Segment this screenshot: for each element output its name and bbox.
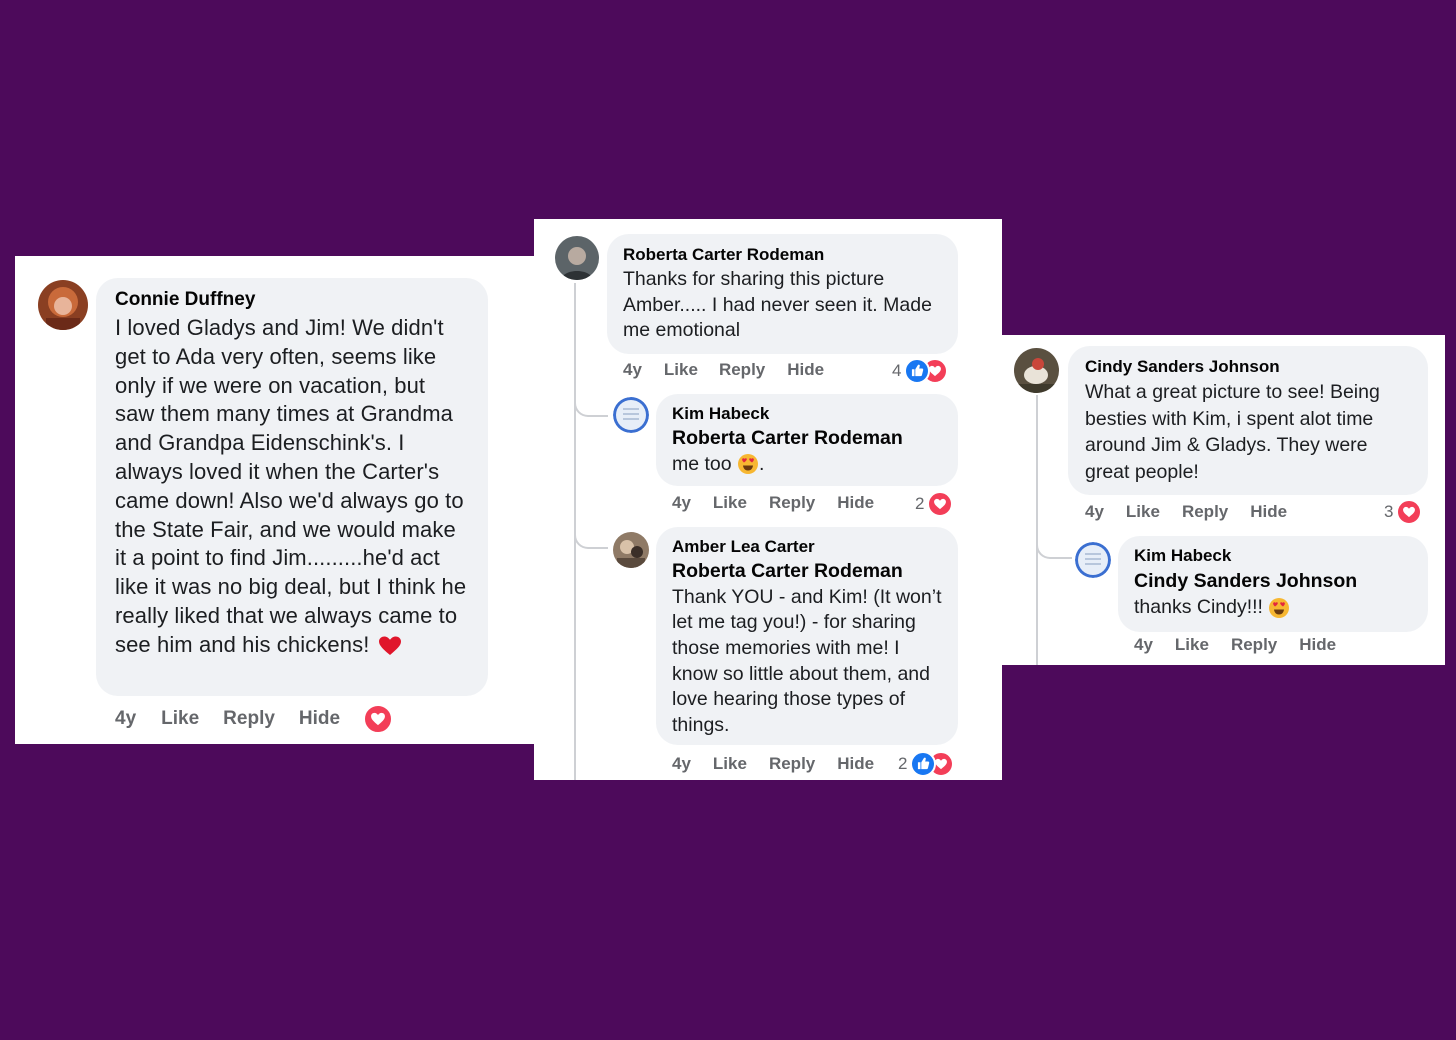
heart-eyes-emoji xyxy=(1268,597,1290,619)
reply-actions: 4y Like Reply Hide xyxy=(1134,634,1336,656)
avatar-connie-duffney[interactable] xyxy=(38,280,88,330)
hide-button[interactable]: Hide xyxy=(837,754,874,774)
timestamp[interactable]: 4y xyxy=(115,708,136,730)
like-button[interactable]: Like xyxy=(713,754,747,774)
comment-panel-roberta: Roberta Carter Rodeman Thanks for sharin… xyxy=(534,219,1002,780)
reply-button[interactable]: Reply xyxy=(769,754,815,774)
reply-button[interactable]: Reply xyxy=(719,360,765,380)
heart-eyes-emoji xyxy=(737,453,759,475)
comment-author[interactable]: Roberta Carter Rodeman xyxy=(623,244,942,265)
reply-bubble: Kim Habeck Cindy Sanders Johnson thanks … xyxy=(1118,536,1428,632)
reaction-summary[interactable]: 3 xyxy=(1384,499,1423,525)
comment-panel-cindy: Cindy Sanders Johnson What a great pictu… xyxy=(1001,335,1445,665)
reply-author[interactable]: Kim Habeck xyxy=(672,403,942,424)
like-button[interactable]: Like xyxy=(664,360,698,380)
like-button[interactable]: Like xyxy=(1126,502,1160,522)
reply-author[interactable]: Kim Habeck xyxy=(1134,545,1412,566)
reply-button[interactable]: Reply xyxy=(1231,635,1277,655)
reply-text: Thank YOU - and Kim! (It won’t let me ta… xyxy=(672,585,942,737)
reaction-summary[interactable]: 2 xyxy=(898,751,955,777)
timestamp[interactable]: 4y xyxy=(1134,635,1153,655)
reaction-count: 4 xyxy=(892,361,902,380)
tagged-name[interactable]: Roberta Carter Rodeman xyxy=(672,559,942,585)
reaction-count: 2 xyxy=(898,754,908,773)
comment-actions: 4y Like Reply Hide xyxy=(1085,501,1287,523)
like-button[interactable]: Like xyxy=(713,493,747,513)
thread-branch xyxy=(1036,525,1072,559)
comment-bubble: Cindy Sanders Johnson What a great pictu… xyxy=(1068,346,1428,495)
reply-button[interactable]: Reply xyxy=(223,708,275,730)
avatar-kim-habeck[interactable] xyxy=(1075,542,1111,578)
timestamp[interactable]: 4y xyxy=(1085,502,1104,522)
avatar-roberta-carter-rodeman[interactable] xyxy=(555,236,599,280)
like-button[interactable]: Like xyxy=(161,708,199,730)
tagged-name[interactable]: Roberta Carter Rodeman xyxy=(672,426,942,452)
avatar-cindy-sanders-johnson[interactable] xyxy=(1014,348,1059,393)
comment-actions: 4y Like Reply Hide xyxy=(623,359,824,381)
reply-actions: 4y Like Reply Hide xyxy=(672,492,874,514)
comment-text: What a great picture to see! Being besti… xyxy=(1085,381,1380,483)
red-heart-emoji xyxy=(378,634,402,658)
love-icon xyxy=(363,704,393,734)
hide-button[interactable]: Hide xyxy=(787,360,824,380)
thread-branch xyxy=(574,519,608,549)
comment-actions: 4y Like Reply Hide xyxy=(115,707,340,731)
hide-button[interactable]: Hide xyxy=(837,493,874,513)
reaction-summary[interactable] xyxy=(363,704,393,734)
hide-button[interactable]: Hide xyxy=(1250,502,1287,522)
reply-text: thanks Cindy!!! xyxy=(1134,594,1412,620)
comment-author[interactable]: Cindy Sanders Johnson xyxy=(1085,356,1412,377)
reply-actions: 4y Like Reply Hide xyxy=(672,753,874,775)
like-button[interactable]: Like xyxy=(1175,635,1209,655)
reaction-summary[interactable]: 2 xyxy=(915,491,954,517)
reaction-count: 3 xyxy=(1384,502,1394,521)
comment-text: Thanks for sharing this picture Amber...… xyxy=(623,268,932,341)
avatar-amber-lea-carter[interactable] xyxy=(613,532,649,568)
reply-author[interactable]: Amber Lea Carter xyxy=(672,536,942,557)
reply-text: me too . xyxy=(672,452,765,475)
thread-branch xyxy=(574,389,608,417)
comment-bubble: Connie Duffney I loved Gladys and Jim! W… xyxy=(96,278,488,696)
reply-button[interactable]: Reply xyxy=(769,493,815,513)
comment-bubble: Roberta Carter Rodeman Thanks for sharin… xyxy=(607,234,958,354)
timestamp[interactable]: 4y xyxy=(672,754,691,774)
hide-button[interactable]: Hide xyxy=(299,708,340,730)
avatar-kim-habeck[interactable] xyxy=(613,397,649,433)
reply-bubble: Kim Habeck Roberta Carter Rodeman me too… xyxy=(656,394,958,486)
hide-button[interactable]: Hide xyxy=(1299,635,1336,655)
timestamp[interactable]: 4y xyxy=(623,360,642,380)
reply-button[interactable]: Reply xyxy=(1182,502,1228,522)
reply-bubble: Amber Lea Carter Roberta Carter Rodeman … xyxy=(656,527,958,745)
reaction-summary[interactable]: 4 xyxy=(892,358,949,384)
reaction-count: 2 xyxy=(915,494,925,513)
tagged-name[interactable]: Cindy Sanders Johnson xyxy=(1134,568,1412,594)
comment-text: I loved Gladys and Jim! We didn't get to… xyxy=(115,315,467,658)
like-icon xyxy=(910,751,937,777)
love-icon xyxy=(1396,499,1423,525)
comment-panel-connie: Connie Duffney I loved Gladys and Jim! W… xyxy=(15,256,535,744)
comment-author[interactable]: Connie Duffney xyxy=(115,288,470,312)
timestamp[interactable]: 4y xyxy=(672,493,691,513)
love-icon xyxy=(927,491,954,517)
like-icon xyxy=(904,358,931,384)
